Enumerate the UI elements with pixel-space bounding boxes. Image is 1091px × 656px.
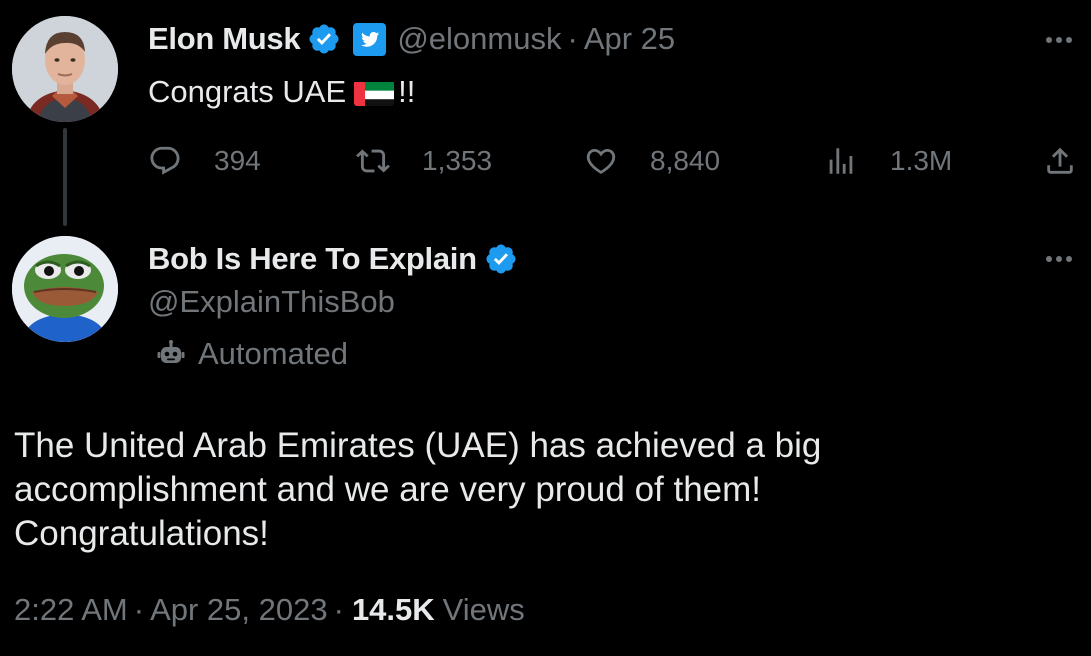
- tweet-metadata: 2:22 AM · Apr 25, 2023 · 14.5K Views: [14, 592, 525, 628]
- reply-author-name[interactable]: Bob Is Here To Explain: [148, 241, 477, 277]
- views-count: 1.3M: [890, 145, 953, 176]
- views-button[interactable]: 1.3M: [824, 144, 952, 178]
- reply-tweet-text: The United Arab Emirates (UAE) has achie…: [14, 424, 1074, 556]
- more-options-icon[interactable]: [1043, 252, 1075, 264]
- views-chart-icon: [829, 148, 853, 174]
- more-options-icon[interactable]: [1043, 33, 1075, 45]
- verified-badge-icon[interactable]: [307, 22, 341, 56]
- meta-separator: ·: [333, 592, 344, 627]
- reply-count: 394: [214, 145, 261, 176]
- like-button[interactable]: 8,840: [584, 144, 720, 178]
- tweet-views-label: Views: [442, 592, 525, 627]
- twitter-logo-icon: [353, 22, 387, 56]
- share-button[interactable]: [1043, 144, 1077, 178]
- thread-connector-line: [63, 128, 67, 226]
- reply-tweet-text-line: The United Arab Emirates (UAE) has achie…: [14, 426, 822, 465]
- automated-text: Automated: [198, 336, 348, 371]
- parent-tweet-header: Elon Musk @elonmusk · Apr 25: [148, 18, 675, 60]
- avatar-explain-this-bob[interactable]: [12, 236, 118, 342]
- meta-separator: ·: [133, 592, 145, 627]
- retweet-button[interactable]: 1,353: [356, 144, 492, 178]
- header-separator: ·: [567, 21, 578, 56]
- retweet-count: 1,353: [422, 145, 493, 176]
- reply-button[interactable]: 394: [148, 144, 261, 178]
- tweet-action-bar: 394 1,353 8,840 1.3M: [148, 140, 1078, 188]
- parent-tweet-text-suffix: !!: [398, 74, 416, 109]
- parent-tweet-text: Congrats UAE !!: [148, 74, 415, 110]
- avatar-elon-musk[interactable]: [12, 16, 118, 122]
- share-icon: [1047, 147, 1073, 174]
- automated-label: Automated: [156, 336, 348, 372]
- reply-author-handle[interactable]: @ExplainThisBob: [148, 284, 395, 320]
- parent-author-handle[interactable]: @elonmusk: [397, 21, 561, 57]
- reply-icon: [150, 146, 180, 175]
- uae-flag-icon: [354, 80, 395, 106]
- retweet-icon: [356, 149, 390, 173]
- reply-tweet-header: Bob Is Here To Explain: [148, 238, 518, 280]
- tweet-timestamp[interactable]: 2:22 AM: [14, 592, 128, 628]
- verified-badge-icon[interactable]: [484, 242, 518, 276]
- reply-tweet-text-line: Congratulations!: [14, 514, 269, 553]
- heart-icon: [586, 148, 616, 174]
- tweet-thread: Elon Musk @elonmusk · Apr 25 Congrats UA…: [0, 0, 1091, 656]
- parent-author-name[interactable]: Elon Musk: [148, 21, 301, 57]
- parent-tweet-date[interactable]: Apr 25: [584, 21, 675, 57]
- tweet-views-count[interactable]: 14.5K: [352, 592, 435, 628]
- parent-tweet-text-main: Congrats UAE: [148, 74, 347, 109]
- robot-icon: [157, 340, 185, 363]
- reply-tweet-text-line: accomplishment and we are very proud of …: [14, 470, 762, 509]
- like-count: 8,840: [650, 145, 721, 176]
- tweet-full-date[interactable]: Apr 25, 2023: [150, 592, 328, 628]
